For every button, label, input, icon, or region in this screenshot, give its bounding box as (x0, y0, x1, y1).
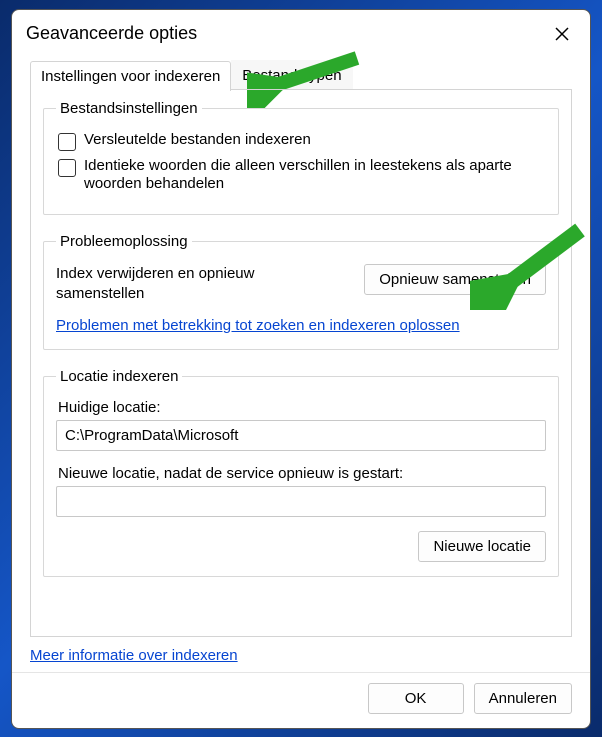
tab-panel-indexing: Bestandsinstellingen Versleutelde bestan… (30, 90, 572, 637)
more-info-link[interactable]: Meer informatie over indexeren (30, 647, 572, 664)
new-location-label: Nieuwe locatie, nadat de service opnieuw… (58, 465, 546, 482)
row-treat-diacritics: Identieke woorden die alleen verschillen… (58, 157, 546, 195)
group-index-location-legend: Locatie indexeren (56, 368, 182, 385)
ok-button[interactable]: OK (368, 683, 464, 714)
group-file-settings: Bestandsinstellingen Versleutelde bestan… (43, 100, 559, 216)
group-file-settings-legend: Bestandsinstellingen (56, 100, 202, 117)
advanced-options-dialog: Geavanceerde opties Instellingen voor in… (11, 9, 591, 729)
label-treat-diacritics: Identieke woorden die alleen verschillen… (84, 157, 546, 195)
titlebar: Geavanceerde opties (12, 10, 590, 56)
close-button[interactable] (548, 20, 576, 48)
group-index-location: Locatie indexeren Huidige locatie: Nieuw… (43, 368, 559, 577)
tab-row: Instellingen voor indexeren Bestandstype… (12, 60, 590, 90)
checkbox-treat-diacritics[interactable] (58, 159, 76, 177)
rebuild-index-text: Index verwijderen en opnieuw samenstelle… (56, 264, 326, 303)
new-location-button[interactable]: Nieuwe locatie (418, 531, 546, 562)
troubleshoot-search-link[interactable]: Problemen met betrekking tot zoeken en i… (56, 317, 460, 334)
row-index-encrypted: Versleutelde bestanden indexeren (58, 131, 546, 151)
current-location-label: Huidige locatie: (58, 399, 546, 416)
window-title: Geavanceerde opties (26, 23, 197, 44)
new-location-field[interactable] (56, 486, 546, 517)
current-location-field[interactable] (56, 420, 546, 451)
dialog-button-row: OK Annuleren (12, 672, 590, 728)
cancel-button[interactable]: Annuleren (474, 683, 572, 714)
tab-indexing-settings[interactable]: Instellingen voor indexeren (30, 61, 231, 91)
group-troubleshooting-legend: Probleemoplossing (56, 233, 192, 250)
group-troubleshooting: Probleemoplossing Index verwijderen en o… (43, 233, 559, 350)
tab-file-types[interactable]: Bestandstypen (231, 60, 352, 90)
rebuild-button[interactable]: Opnieuw samenstellen (364, 264, 546, 295)
checkbox-index-encrypted[interactable] (58, 133, 76, 151)
close-icon (554, 26, 570, 42)
label-index-encrypted: Versleutelde bestanden indexeren (84, 131, 311, 150)
